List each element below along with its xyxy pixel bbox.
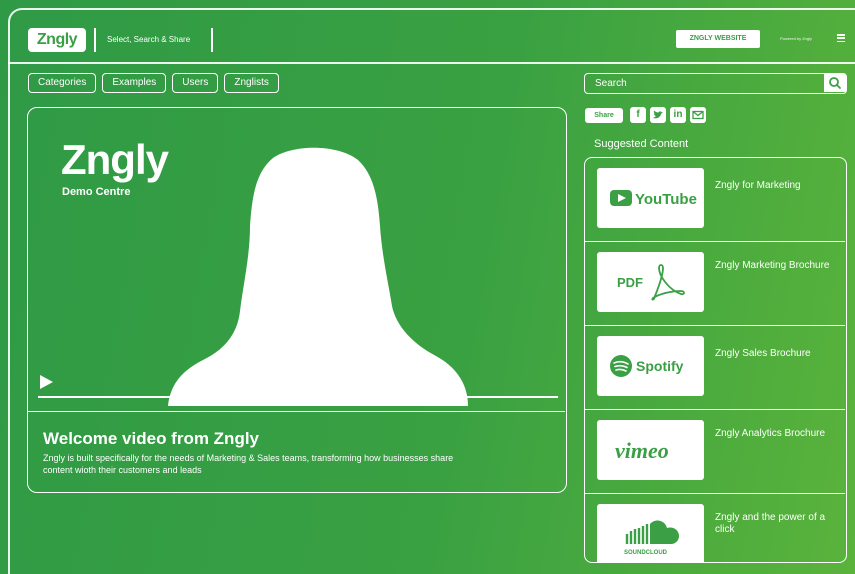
nav-users-button[interactable]: Users bbox=[172, 73, 219, 93]
list-item[interactable]: YouTube Zngly for Marketing bbox=[585, 158, 845, 242]
suggested-content-list: YouTube Zngly for Marketing PDF Zngly Ma… bbox=[584, 157, 847, 563]
presenter-silhouette bbox=[168, 147, 468, 406]
vimeo-logo-text: vimeo bbox=[615, 438, 669, 463]
list-item[interactable]: SOUNDCLOUD Zngly and the power of a clic… bbox=[585, 494, 845, 562]
nav-znglists-button[interactable]: Znglists bbox=[224, 73, 279, 93]
suggestion-label[interactable]: Zngly for Marketing bbox=[715, 180, 833, 192]
suggestion-label[interactable]: Zngly and the power of a click bbox=[715, 512, 833, 536]
twitter-icon[interactable] bbox=[650, 107, 666, 123]
linkedin-icon[interactable]: in bbox=[670, 107, 686, 123]
nav-categories-button[interactable]: Categories bbox=[28, 73, 97, 93]
list-item[interactable]: vimeo Zngly Analytics Brochure bbox=[585, 410, 845, 494]
video-brand-logo: Zngly bbox=[61, 136, 169, 183]
list-item[interactable]: PDF Zngly Marketing Brochure bbox=[585, 242, 845, 326]
header: Zngly Select, Search & Share ZNGLY WEBSI… bbox=[8, 8, 855, 64]
soundcloud-logo-text: SOUNDCLOUD bbox=[624, 550, 668, 556]
logo[interactable]: Zngly bbox=[28, 28, 86, 52]
pdf-thumbnail[interactable]: PDF bbox=[597, 252, 704, 312]
video-player[interactable]: Zngly Demo Centre bbox=[28, 108, 565, 412]
search-box bbox=[584, 73, 847, 94]
suggestion-label[interactable]: Zngly Analytics Brochure bbox=[715, 428, 833, 440]
youtube-thumbnail[interactable]: YouTube bbox=[597, 168, 704, 228]
spotify-logo-text: Spotify bbox=[636, 358, 684, 374]
vimeo-thumbnail[interactable]: vimeo bbox=[597, 420, 704, 480]
video-title: Welcome video from Zngly bbox=[43, 429, 260, 448]
list-item[interactable]: Spotify Zngly Sales Brochure bbox=[585, 326, 845, 410]
powered-by-link[interactable]: Powered by Zngly bbox=[780, 36, 812, 41]
suggested-content-title: Suggested Content bbox=[594, 138, 689, 150]
nav-examples-button[interactable]: Examples bbox=[102, 73, 167, 93]
video-description: Zngly is built specifically for the need… bbox=[43, 453, 454, 475]
soundcloud-thumbnail[interactable]: SOUNDCLOUD bbox=[597, 504, 704, 562]
share-bar: Share f in bbox=[585, 107, 706, 123]
youtube-logo-text: YouTube bbox=[635, 191, 697, 208]
email-icon[interactable] bbox=[690, 107, 706, 123]
search-input[interactable] bbox=[585, 74, 821, 92]
video-subtitle: Demo Centre bbox=[62, 186, 131, 198]
nav-bar: Categories Examples Users Znglists bbox=[28, 73, 279, 93]
divider bbox=[94, 28, 96, 52]
spotify-thumbnail[interactable]: Spotify bbox=[597, 336, 704, 396]
tagline: Select, Search & Share bbox=[107, 35, 191, 44]
search-button[interactable] bbox=[824, 74, 846, 92]
website-button[interactable]: ZNGLY WEBSITE bbox=[676, 30, 760, 48]
suggestion-label[interactable]: Zngly Sales Brochure bbox=[715, 348, 833, 360]
video-panel: Zngly Demo Centre Welcome video from Zng… bbox=[27, 107, 567, 493]
suggestion-label[interactable]: Zngly Marketing Brochure bbox=[715, 260, 833, 272]
search-icon bbox=[829, 77, 841, 89]
divider bbox=[211, 28, 213, 52]
pdf-logo-text: PDF bbox=[617, 275, 643, 290]
share-button[interactable]: Share bbox=[585, 107, 623, 123]
video-progress-bar[interactable] bbox=[38, 396, 558, 398]
facebook-icon[interactable]: f bbox=[630, 107, 646, 123]
menu-icon[interactable] bbox=[837, 34, 845, 43]
play-icon[interactable] bbox=[38, 374, 54, 390]
